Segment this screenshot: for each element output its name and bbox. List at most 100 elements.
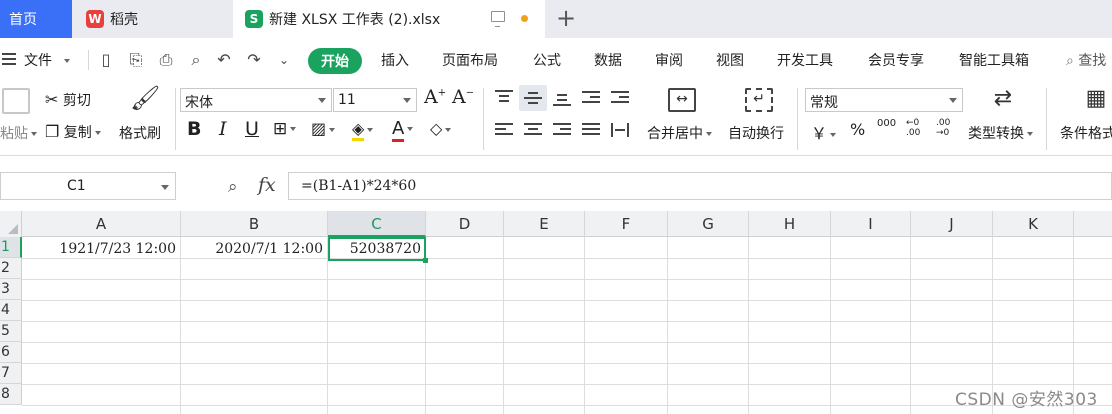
tab-view[interactable]: 视图 — [716, 50, 744, 70]
divider — [797, 88, 798, 150]
font-name-select[interactable]: 宋体 — [180, 88, 332, 112]
chevron-down-icon — [445, 127, 452, 132]
tab-developer[interactable]: 开发工具 — [777, 50, 833, 70]
type-convert-button[interactable]: 类型转换 — [968, 123, 1033, 143]
conditional-format-button[interactable]: 条件格式 — [1060, 123, 1112, 143]
merge-center-icon[interactable]: ↔ — [668, 88, 696, 112]
highlight-button[interactable]: ◈ — [352, 119, 374, 141]
row-header-6[interactable]: 6 — [0, 342, 22, 363]
number-format-select[interactable]: 常规 — [805, 88, 963, 112]
italic-button[interactable]: I — [219, 118, 227, 140]
daoke-logo-icon: W — [86, 10, 104, 28]
row-header-8[interactable]: 8 — [0, 384, 22, 405]
tab-home[interactable]: 首页 — [0, 0, 72, 38]
column-header-f[interactable]: F — [585, 211, 668, 237]
row-header-3[interactable]: 3 — [0, 279, 22, 300]
name-box[interactable]: C1 — [0, 172, 176, 200]
font-size-select[interactable]: 11 — [333, 88, 417, 112]
row-header-4[interactable]: 4 — [0, 300, 22, 321]
decrease-decimal-button[interactable]: .00 →0 — [936, 118, 960, 138]
new-tab-plus-icon[interactable]: + — [556, 5, 576, 31]
merge-center-button[interactable]: 合并居中 — [647, 123, 712, 143]
bold-button[interactable]: B — [187, 118, 201, 140]
conditional-format-label: 条件格式 — [1060, 126, 1112, 142]
save-icon[interactable]: ▯ — [97, 51, 115, 69]
number-format-value: 常规 — [810, 95, 838, 111]
align-right-icon[interactable] — [553, 123, 571, 137]
column-header-j[interactable]: J — [911, 211, 993, 237]
align-top-icon[interactable] — [495, 90, 513, 104]
formula-input[interactable]: =(B1-A1)*24*60 — [288, 172, 1112, 200]
wrap-text-button[interactable]: 自动换行 — [728, 123, 784, 143]
increase-decimal-button[interactable]: ←0 .00 — [906, 118, 930, 138]
column-header-e[interactable]: E — [504, 211, 585, 237]
align-bottom-icon[interactable] — [553, 92, 571, 106]
align-center-icon[interactable] — [524, 123, 542, 137]
column-header-k[interactable]: K — [993, 211, 1074, 237]
font-shrink-button[interactable]: A− — [452, 86, 474, 108]
row-header-5[interactable]: 5 — [0, 321, 22, 342]
column-header-overflow[interactable] — [1074, 211, 1112, 237]
table-grid-icon[interactable]: ▦ — [1083, 88, 1109, 110]
justify-icon[interactable] — [582, 123, 600, 137]
tab-page-layout[interactable]: 页面布局 — [442, 50, 498, 70]
row-header-2[interactable]: 2 — [0, 258, 22, 279]
thousands-icon: 000 — [877, 118, 897, 129]
print-icon[interactable]: ⎙ — [157, 51, 175, 69]
copy-button[interactable]: ❐ 复制 — [45, 122, 101, 142]
monitor-icon[interactable] — [491, 11, 505, 27]
customize-chevron-icon[interactable]: ⌄ — [275, 51, 293, 69]
tab-data-label: 数据 — [594, 53, 622, 69]
menu-file[interactable]: 文件 — [24, 50, 71, 70]
indent-icon[interactable] — [611, 91, 629, 105]
row-header-7[interactable]: 7 — [0, 363, 22, 384]
search-command[interactable]: ⌕ 查找 — [1066, 50, 1106, 70]
format-painter-button[interactable]: 格式刷 — [119, 123, 161, 143]
insert-function-button[interactable]: fx — [258, 174, 276, 196]
paste-icon[interactable] — [2, 88, 30, 114]
brush-icon[interactable]: 🖌 — [130, 86, 160, 110]
percent-button[interactable]: % — [850, 120, 865, 139]
font-grow-button[interactable]: A+ — [424, 86, 446, 108]
column-header-c[interactable]: C — [328, 211, 426, 237]
cut-button[interactable]: ✂ 剪切 — [45, 90, 91, 110]
underline-button[interactable]: U — [245, 118, 259, 140]
tab-daoke[interactable]: W 稻壳 — [72, 0, 232, 38]
tab-data[interactable]: 数据 — [594, 50, 622, 70]
print-preview-icon[interactable]: ⌕ — [187, 51, 205, 69]
column-header-h[interactable]: H — [749, 211, 831, 237]
column-header-a[interactable]: A — [22, 211, 181, 237]
cell-b1[interactable]: 2020/7/1 12:00 — [181, 238, 327, 259]
column-header-g[interactable]: G — [668, 211, 749, 237]
redo-icon[interactable]: ↷ — [245, 51, 263, 69]
align-middle-icon[interactable] — [524, 91, 542, 105]
tab-member[interactable]: 会员专享 — [868, 50, 924, 70]
select-all-corner[interactable] — [0, 211, 22, 237]
row-header-1[interactable]: 1 — [0, 237, 22, 258]
border-button[interactable]: ⊞ — [273, 119, 297, 139]
distributed-icon[interactable] — [611, 123, 629, 137]
wrap-text-icon[interactable]: ↵ — [745, 88, 773, 112]
zoom-formula-icon[interactable]: ⌕ — [228, 177, 238, 197]
tab-formulas[interactable]: 公式 — [533, 50, 561, 70]
thousands-button[interactable]: 000 — [877, 118, 896, 129]
column-header-i[interactable]: I — [831, 211, 911, 237]
cell-fill-button[interactable]: ▨ — [311, 119, 336, 138]
tab-start[interactable]: 开始 — [308, 48, 362, 74]
font-color-button[interactable]: A — [392, 118, 414, 142]
column-header-b[interactable]: B — [181, 211, 328, 237]
clear-format-button[interactable]: ◇ — [430, 119, 452, 138]
tab-review[interactable]: 审阅 — [655, 50, 683, 70]
convert-arrows-icon[interactable]: ⇄ — [990, 88, 1016, 110]
tab-smart-toolbox[interactable]: 智能工具箱 — [959, 50, 1029, 70]
currency-button[interactable]: ￥ — [811, 120, 837, 144]
undo-icon[interactable]: ↶ — [215, 51, 233, 69]
outdent-icon[interactable] — [582, 91, 600, 105]
paste-button[interactable]: 粘贴 — [0, 123, 37, 143]
tab-insert[interactable]: 插入 — [381, 50, 409, 70]
align-left-icon[interactable] — [495, 123, 513, 137]
cell-a1[interactable]: 1921/7/23 12:00 — [22, 238, 180, 259]
export-icon[interactable]: ⎘ — [127, 51, 145, 69]
hamburger-menu-icon[interactable] — [2, 53, 16, 65]
column-header-d[interactable]: D — [426, 211, 504, 237]
